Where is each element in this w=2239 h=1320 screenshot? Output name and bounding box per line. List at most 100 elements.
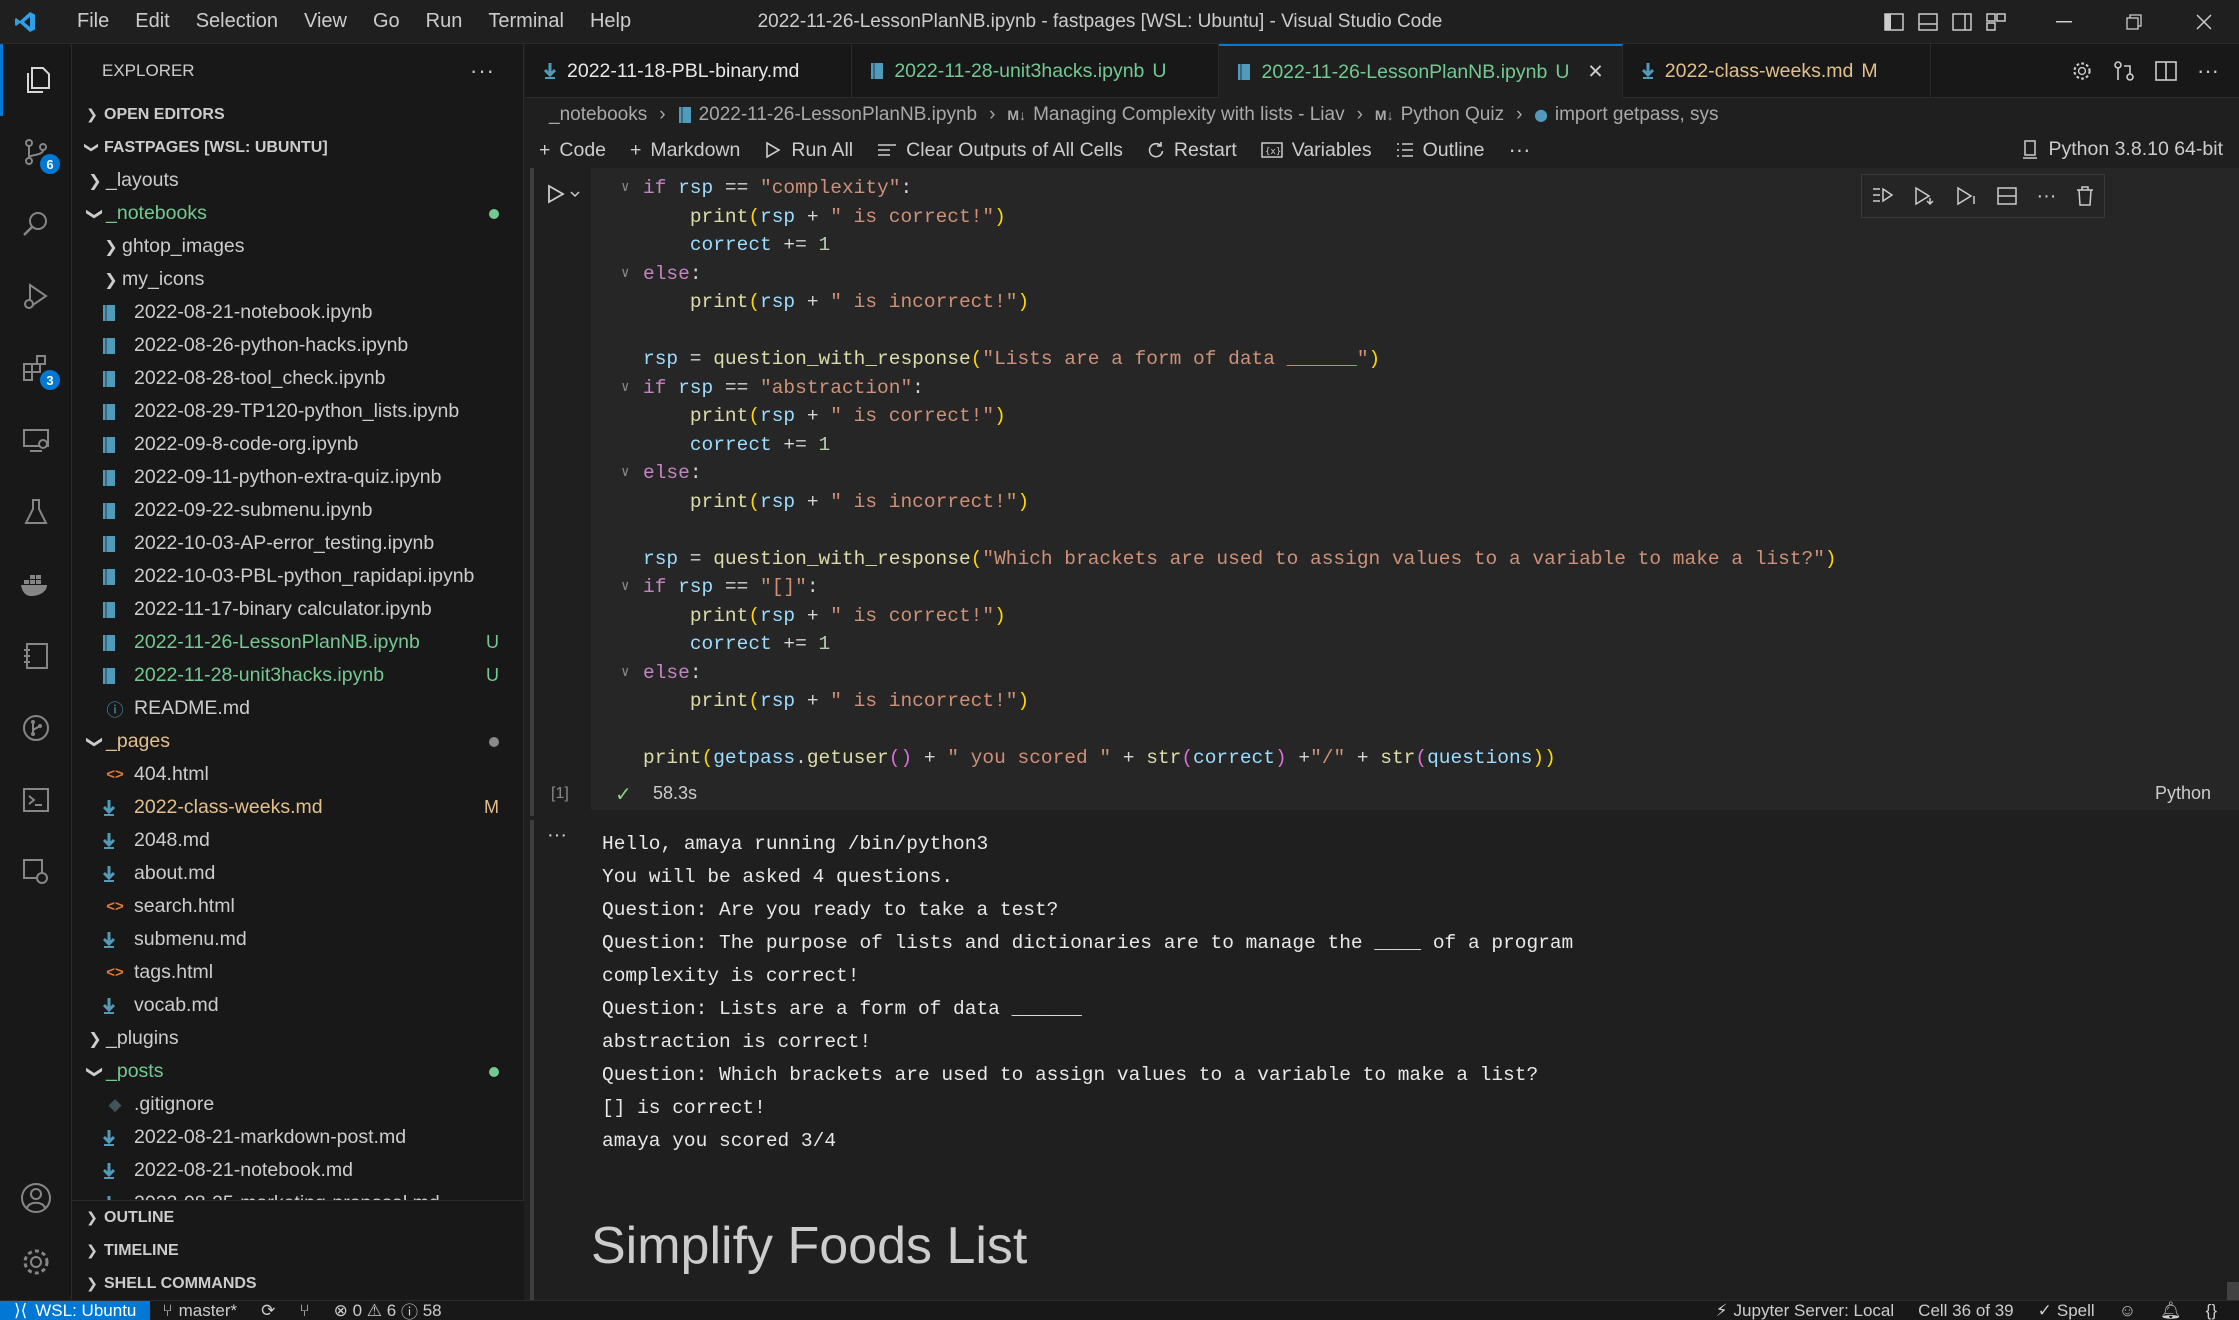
- remote-explorer-icon[interactable]: [0, 404, 72, 476]
- editor-tab[interactable]: 2022-11-26-LessonPlanNB.ipynb U ✕: [1219, 44, 1623, 98]
- breadcrumb-item[interactable]: import getpass, sys: [1555, 104, 1719, 126]
- minimize-icon[interactable]: [2029, 0, 2099, 44]
- file-item[interactable]: 2022-class-weeks.md M: [72, 791, 523, 824]
- close-window-icon[interactable]: [2169, 0, 2239, 44]
- close-tab-icon[interactable]: ✕: [1587, 60, 1603, 84]
- folder-item[interactable]: ❯ _pages: [72, 725, 523, 758]
- file-item[interactable]: 2022-08-28-tool_check.ipynb: [72, 362, 523, 395]
- clear-outputs-button[interactable]: Clear Outputs of All Cells: [877, 139, 1123, 162]
- restart-kernel-button[interactable]: Restart: [1147, 139, 1237, 162]
- testing-icon[interactable]: [0, 476, 72, 548]
- notifications-bell-icon[interactable]: 🔔︎: [2148, 1301, 2194, 1320]
- delete-cell-icon[interactable]: [2076, 186, 2094, 206]
- shell-commands-section[interactable]: ❯ SHELL COMMANDS: [72, 1267, 524, 1300]
- notebook-icon[interactable]: [0, 620, 72, 692]
- file-item[interactable]: 2022-11-17-binary calculator.ipynb: [72, 593, 523, 626]
- file-item[interactable]: 2048.md: [72, 824, 523, 857]
- breadcrumb-item[interactable]: 2022-11-26-LessonPlanNB.ipynb: [699, 104, 978, 126]
- timeline-section[interactable]: ❯ TIMELINE: [72, 1234, 524, 1267]
- feedback-icon[interactable]: ☺: [2107, 1301, 2148, 1320]
- menu-edit[interactable]: Edit: [122, 10, 182, 33]
- breadcrumb-item[interactable]: Managing Complexity with lists - Liav: [1033, 104, 1345, 126]
- open-editors-section[interactable]: ❯ OPEN EDITORS: [72, 98, 523, 131]
- file-item[interactable]: <> tags.html: [72, 956, 523, 989]
- file-item[interactable]: 2022-09-11-python-extra-quiz.ipynb: [72, 461, 523, 494]
- toggle-panel-icon[interactable]: [1911, 0, 1945, 44]
- cell-language[interactable]: Python: [2155, 783, 2211, 804]
- file-item[interactable]: 2022-10-03-PBL-python_rapidapi.ipynb: [72, 560, 523, 593]
- folder-item[interactable]: ❯ _posts: [72, 1055, 523, 1088]
- folder-item[interactable]: ❯ _plugins: [72, 1022, 523, 1055]
- file-item[interactable]: 2022-08-29-TP120-python_lists.ipynb: [72, 395, 523, 428]
- toggle-secondary-sidebar-icon[interactable]: [1945, 0, 1979, 44]
- outline-button[interactable]: Outline: [1396, 139, 1484, 162]
- toggle-primary-sidebar-icon[interactable]: [1877, 0, 1911, 44]
- kernel-picker[interactable]: Python 3.8.10 64-bit: [2022, 138, 2223, 161]
- menu-help[interactable]: Help: [577, 10, 644, 33]
- editor-tab[interactable]: 2022-11-18-PBL-binary.md: [525, 44, 853, 98]
- add-code-cell-button[interactable]: + Code: [539, 139, 606, 162]
- folder-item[interactable]: ❯ ghtop_images: [72, 230, 523, 263]
- remote-indicator[interactable]: ⟩⟨ WSL: Ubuntu: [0, 1301, 151, 1320]
- file-item[interactable]: 2022-11-28-unit3hacks.ipynb U: [72, 659, 523, 692]
- git-branch[interactable]: ⑂ master*: [150, 1301, 249, 1320]
- run-cell-button[interactable]: [547, 184, 583, 204]
- git-graph-status-icon[interactable]: ⑂: [287, 1301, 321, 1320]
- accounts-icon[interactable]: [0, 1162, 72, 1234]
- remote-settings-icon[interactable]: [0, 836, 72, 908]
- extensions-icon[interactable]: 3: [0, 332, 72, 404]
- menu-selection[interactable]: Selection: [183, 10, 291, 33]
- explorer-icon[interactable]: [0, 44, 72, 116]
- run-debug-icon[interactable]: [0, 260, 72, 332]
- sync-icon[interactable]: ⟳: [249, 1301, 287, 1320]
- open-changes-icon[interactable]: [2113, 60, 2135, 82]
- variables-button[interactable]: {x} Variables: [1261, 139, 1372, 162]
- editor-tab[interactable]: 2022-11-28-unit3hacks.ipynb U: [852, 44, 1220, 98]
- split-editor-icon[interactable]: [2155, 61, 2177, 81]
- menu-file[interactable]: File: [64, 10, 122, 33]
- editor-tab[interactable]: 2022-class-weeks.md M: [1623, 44, 1931, 98]
- add-markdown-cell-button[interactable]: + Markdown: [630, 139, 740, 162]
- file-item[interactable]: 2022-10-03-AP-error_testing.ipynb: [72, 527, 523, 560]
- fold-chevron-icon[interactable]: ∨: [621, 459, 629, 488]
- cell-more-icon[interactable]: ···: [2036, 185, 2056, 208]
- outline-section[interactable]: ❯ OUTLINE: [72, 1201, 524, 1234]
- scrollbar-thumb[interactable]: [2227, 1282, 2239, 1300]
- breadcrumb-item[interactable]: _notebooks: [549, 104, 647, 126]
- file-item[interactable]: vocab.md: [72, 989, 523, 1022]
- spell-check[interactable]: ✓ Spell: [2026, 1301, 2107, 1320]
- manage-gear-icon[interactable]: [0, 1226, 72, 1298]
- fold-chevron-icon[interactable]: ∨: [621, 374, 629, 403]
- execute-cell-and-below-icon[interactable]: [1913, 186, 1935, 206]
- explorer-more-icon[interactable]: ···: [470, 58, 495, 84]
- file-item[interactable]: ◆ .gitignore: [72, 1088, 523, 1121]
- fold-chevron-icon[interactable]: ∨: [621, 174, 629, 203]
- file-item[interactable]: ⓘ README.md: [72, 692, 523, 725]
- menu-view[interactable]: View: [291, 10, 360, 33]
- restore-icon[interactable]: [2099, 0, 2169, 44]
- fold-chevron-icon[interactable]: ∨: [621, 573, 629, 602]
- terminal-icon[interactable]: [0, 764, 72, 836]
- file-item[interactable]: about.md: [72, 857, 523, 890]
- settings-gear-icon[interactable]: [2071, 60, 2093, 82]
- fold-chevron-icon[interactable]: ∨: [621, 659, 629, 688]
- folder-item[interactable]: ❯ _layouts: [72, 164, 523, 197]
- menu-run[interactable]: Run: [413, 10, 476, 33]
- jupyter-server-status[interactable]: ⚡ Jupyter Server: Local: [1704, 1301, 1907, 1320]
- code-cell[interactable]: ∨ if rsp == "complexity": print(rsp + " i…: [525, 168, 2239, 816]
- file-item[interactable]: <> 404.html: [72, 758, 523, 791]
- run-all-button[interactable]: Run All: [764, 139, 853, 162]
- execute-below-icon[interactable]: [1955, 186, 1977, 206]
- file-item[interactable]: 2022-08-21-notebook.md: [72, 1154, 523, 1187]
- fold-chevron-icon[interactable]: ∨: [621, 260, 629, 289]
- breadcrumb-item[interactable]: Python Quiz: [1401, 104, 1505, 126]
- execute-above-icon[interactable]: [1872, 186, 1894, 206]
- cell-position[interactable]: Cell 36 of 39: [1906, 1301, 2025, 1320]
- toolbar-more-icon[interactable]: ···: [1508, 137, 1530, 163]
- more-actions-icon[interactable]: ···: [2197, 58, 2219, 84]
- file-item[interactable]: 2022-08-21-notebook.ipynb: [72, 296, 523, 329]
- file-item[interactable]: 2022-08-21-markdown-post.md: [72, 1121, 523, 1154]
- git-graph-icon[interactable]: [0, 692, 72, 764]
- menu-terminal[interactable]: Terminal: [475, 10, 577, 33]
- file-item[interactable]: 2022-11-26-LessonPlanNB.ipynb U: [72, 626, 523, 659]
